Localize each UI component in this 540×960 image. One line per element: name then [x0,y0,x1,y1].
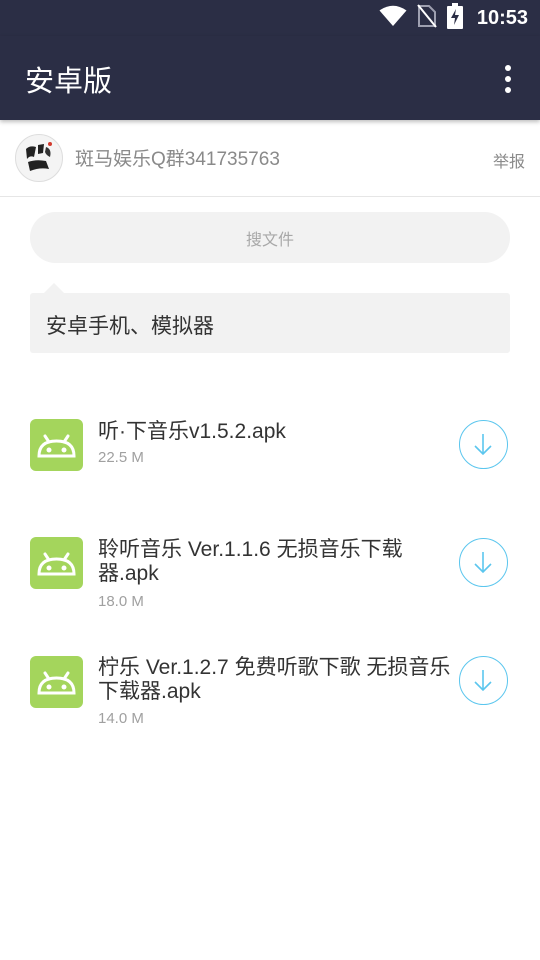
list-item[interactable]: 柠乐 Ver.1.2.7 免费听歌下歌 无损音乐下载器.apk 14.0 M [0,656,540,731]
android-icon [30,419,83,471]
folder-label: 安卓手机、模拟器 [46,314,214,338]
zebra-logo [26,142,52,171]
file-name: 柠乐 Ver.1.2.7 免费听歌下歌 无损音乐下载器.apk [98,656,451,703]
wifi-icon [379,5,407,31]
file-size: 18.0 M [98,593,144,610]
no-sim-icon [417,4,437,32]
avatar[interactable] [15,134,63,182]
folder-caret [44,283,64,293]
folder-label-box: 安卓手机、模拟器 [30,283,510,353]
list-item[interactable]: 聆听音乐 Ver.1.1.6 无损音乐下载器.apk 18.0 M [0,537,540,612]
android-icon [30,537,83,589]
more-dot [505,87,511,93]
download-button[interactable] [459,420,508,469]
android-icon [30,656,83,708]
owner-name[interactable]: 斑马娱乐Q群341735763 [75,144,280,171]
file-size: 14.0 M [98,710,144,727]
report-link[interactable]: 举报 [493,148,525,172]
more-dot [505,76,511,82]
app-bar: 安卓版 [0,36,540,120]
search-input[interactable]: 搜文件 [30,212,510,263]
status-icons: 10:53 [379,0,528,36]
download-arrow-icon [474,434,492,456]
more-vert-icon[interactable] [496,62,520,96]
battery-charging-icon [446,3,463,33]
status-time: 10:53 [476,6,528,29]
owner-row: 斑马娱乐Q群341735763 举报 [0,121,540,197]
download-button[interactable] [459,538,508,587]
file-name: 听·下音乐v1.5.2.apk [98,420,286,443]
list-item[interactable]: 听·下音乐v1.5.2.apk 22.5 M [0,419,540,489]
download-arrow-icon [474,552,492,574]
status-bar: 10:53 [0,0,540,36]
more-dot [505,65,511,71]
file-name: 聆听音乐 Ver.1.1.6 无损音乐下载器.apk [98,538,403,585]
download-button[interactable] [459,656,508,705]
download-arrow-icon [474,670,492,692]
page-title: 安卓版 [25,64,113,98]
file-size: 22.5 M [98,449,144,466]
